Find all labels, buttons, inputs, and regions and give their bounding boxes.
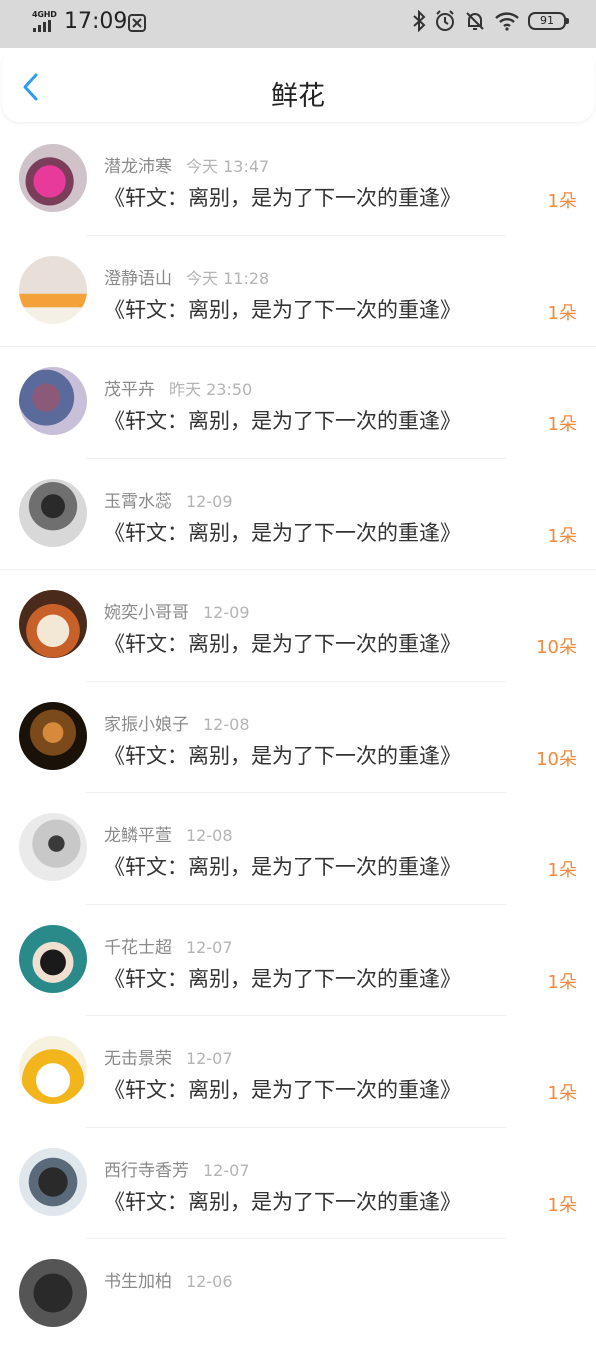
sender-name[interactable]: 无击景荣 12-07 <box>104 1044 233 1069</box>
sender-name[interactable]: 澄静语山 今天 11:28 <box>104 264 269 289</box>
sender-name[interactable]: 西行寺香芳 12-07 <box>104 1156 250 1181</box>
sender-name[interactable]: 婉奕小哥哥 12-09 <box>104 598 250 623</box>
flower-list: 潜龙沛寒 今天 13:47 《轩文：离别，是为了下一次的重逢》 1朵 澄静语山 今天… <box>0 124 596 1351</box>
flower-count: 1朵 <box>547 414 577 435</box>
bluetooth-icon <box>413 10 426 32</box>
network-type: 4GHD <box>32 10 57 19</box>
avatar[interactable] <box>19 924 87 993</box>
sender-name[interactable]: 龙鳞平萱 12-08 <box>104 821 233 846</box>
item-time: 12-09 <box>203 603 250 622</box>
item-time: 12-07 <box>186 937 233 957</box>
item-time: 昨天 23:50 <box>169 380 253 399</box>
item-message: 《轩文：离别，是为了下一次的重逢》 <box>104 1078 461 1102</box>
item-message: 《轩文：离别，是为了下一次的重逢》 <box>104 520 461 545</box>
flower-count: 10朵 <box>536 637 577 658</box>
item-message: 《轩文：离别，是为了下一次的重逢》 <box>104 297 461 322</box>
flower-count: 1朵 <box>547 1194 577 1216</box>
flower-count: 1朵 <box>547 191 577 212</box>
avatar[interactable] <box>19 813 87 881</box>
flower-count: 1朵 <box>547 971 577 993</box>
item-time: 12-08 <box>186 826 233 845</box>
clock: 17:09 <box>64 9 128 34</box>
list-item[interactable]: 家振小娘子 12-08 《轩文：离别，是为了下一次的重逢》 10朵 <box>0 682 596 793</box>
wifi-icon <box>495 12 519 31</box>
item-time: 今天 13:47 <box>186 157 270 176</box>
item-time: 12-09 <box>186 491 233 511</box>
list-item[interactable]: 婉奕小哥哥 12-09 《轩文：离别，是为了下一次的重逢》 10朵 <box>0 570 596 682</box>
item-message: 《轩文：离别，是为了下一次的重逢》 <box>104 855 461 879</box>
item-message: 《轩文：离别，是为了下一次的重逢》 <box>104 186 461 210</box>
list-item[interactable]: 潜龙沛寒 今天 13:47 《轩文：离别，是为了下一次的重逢》 1朵 <box>0 124 596 236</box>
sender-name[interactable]: 潜龙沛寒 今天 13:47 <box>104 152 269 177</box>
avatar[interactable] <box>19 1259 87 1327</box>
list-item[interactable]: 千花士超 12-07 《轩文：离别，是为了下一次的重逢》 1朵 <box>0 905 596 1016</box>
item-message: 《轩文：离别，是为了下一次的重逢》 <box>104 409 461 433</box>
sender-name[interactable]: 茂平卉 昨天 23:50 <box>104 375 252 400</box>
avatar[interactable] <box>19 1036 87 1104</box>
item-time: 今天 11:28 <box>186 268 270 288</box>
item-message: 《轩文：离别，是为了下一次的重逢》 <box>104 743 461 768</box>
flower-count: 1朵 <box>547 302 577 324</box>
list-item[interactable]: 澄静语山 今天 11:28 《轩文：离别，是为了下一次的重逢》 1朵 <box>0 236 596 347</box>
flower-count: 10朵 <box>536 748 577 770</box>
battery-indicator: 91 <box>528 12 569 30</box>
item-time: 12-07 <box>186 1049 233 1068</box>
item-message: 《轩文：离别，是为了下一次的重逢》 <box>104 1189 461 1214</box>
list-item[interactable]: 书生加柏 12-06 <box>0 1239 596 1351</box>
status-bar: 4GHD 17:09 91 <box>0 0 596 48</box>
avatar[interactable] <box>19 144 87 212</box>
item-time: 12-06 <box>186 1272 233 1291</box>
item-message: 《轩文：离别，是为了下一次的重逢》 <box>104 966 461 991</box>
notification-app-icon <box>128 14 146 32</box>
avatar[interactable] <box>19 367 87 435</box>
avatar[interactable] <box>19 701 87 770</box>
flower-count: 1朵 <box>547 525 577 547</box>
item-time: 12-08 <box>203 714 250 734</box>
page-title: 鲜花 <box>271 81 325 112</box>
list-item[interactable]: 龙鳞平萱 12-08 《轩文：离别，是为了下一次的重逢》 1朵 <box>0 793 596 905</box>
flower-count: 1朵 <box>547 1083 577 1104</box>
sender-name[interactable]: 千花士超 12-07 <box>104 933 233 958</box>
mute-icon <box>466 12 484 30</box>
item-time: 12-07 <box>203 1160 250 1180</box>
flower-count: 1朵 <box>547 860 577 881</box>
list-item[interactable]: 玉霄水蕊 12-09 《轩文：离别，是为了下一次的重逢》 1朵 <box>0 459 596 570</box>
avatar[interactable] <box>19 255 87 324</box>
item-message: 《轩文：离别，是为了下一次的重逢》 <box>104 632 461 656</box>
avatar[interactable] <box>19 1147 87 1216</box>
alarm-icon <box>436 10 454 31</box>
list-item[interactable]: 西行寺香芳 12-07 《轩文：离别，是为了下一次的重逢》 1朵 <box>0 1128 596 1239</box>
signal-icon <box>33 20 51 32</box>
list-item[interactable]: 无击景荣 12-07 《轩文：离别，是为了下一次的重逢》 1朵 <box>0 1016 596 1128</box>
avatar[interactable] <box>19 478 87 547</box>
list-item[interactable]: 茂平卉 昨天 23:50 《轩文：离别，是为了下一次的重逢》 1朵 <box>0 347 596 459</box>
header: 鲜花 <box>2 48 594 122</box>
sender-name[interactable]: 玉霄水蕊 12-09 <box>104 487 233 512</box>
sender-name[interactable]: 家振小娘子 12-08 <box>104 710 250 735</box>
avatar[interactable] <box>19 590 87 658</box>
